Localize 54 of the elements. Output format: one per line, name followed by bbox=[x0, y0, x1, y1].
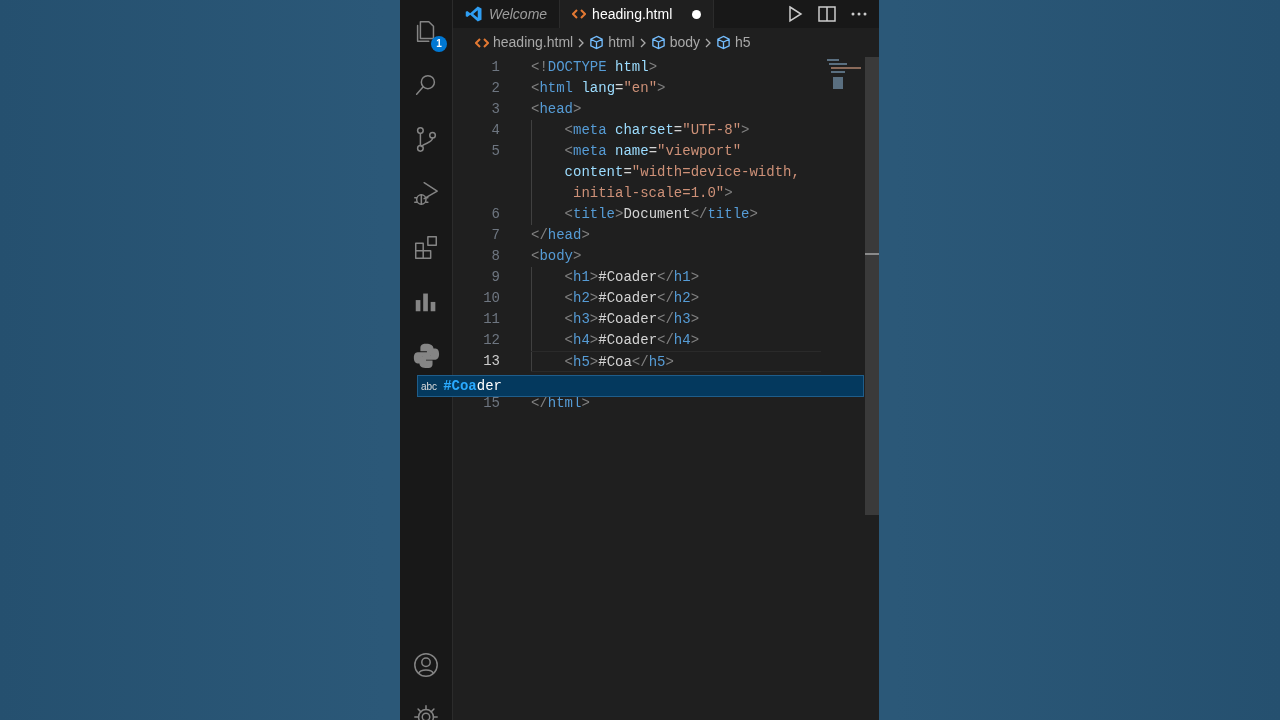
line-number: 5 bbox=[490, 142, 500, 161]
line-number: 6 bbox=[490, 205, 500, 224]
code-brackets-icon bbox=[475, 36, 489, 49]
code-line: </head> bbox=[531, 226, 590, 245]
line-number: 9 bbox=[490, 268, 500, 287]
extensions-icon[interactable] bbox=[412, 233, 440, 261]
chevron-icon bbox=[638, 36, 647, 49]
breadcrumb-item[interactable]: heading.html bbox=[475, 32, 574, 53]
line-number: 7 bbox=[490, 226, 500, 245]
code-line: <meta charset="UTF-8"> bbox=[531, 120, 750, 141]
chevron-icon bbox=[704, 36, 712, 49]
breadcrumb-item[interactable]: body bbox=[650, 32, 700, 53]
editor-tab[interactable]: heading.html bbox=[560, 0, 715, 28]
chevron-icon bbox=[577, 36, 586, 49]
line-number: 2 bbox=[490, 79, 500, 98]
code-line: <!DOCTYPE html> bbox=[531, 58, 658, 77]
split-editor-icon[interactable] bbox=[817, 4, 837, 24]
code-line: </html> bbox=[531, 394, 590, 413]
line-number: 13 bbox=[482, 352, 500, 371]
python-icon[interactable] bbox=[412, 341, 440, 369]
code-line: <h2>#Coader</h2> bbox=[531, 288, 700, 309]
text-type-icon: abc bbox=[421, 378, 438, 394]
cube-icon bbox=[650, 35, 666, 50]
cube-icon bbox=[589, 35, 605, 50]
code-brackets-icon bbox=[572, 8, 587, 20]
code-line: <head> bbox=[531, 100, 582, 119]
code-line: <html lang="en"> bbox=[531, 79, 666, 98]
cube-icon bbox=[716, 35, 731, 50]
line-number: 3 bbox=[490, 100, 500, 119]
code-line: <h3>#Coader</h3> bbox=[531, 309, 700, 330]
code-line: <title>Document</title> bbox=[531, 204, 758, 225]
unsaved-dot bbox=[692, 9, 702, 19]
code-line: <h1>#Coader</h1> bbox=[531, 267, 700, 288]
run-debug-icon[interactable] bbox=[412, 179, 440, 207]
line-number: 8 bbox=[490, 247, 500, 266]
notification-badge: 1 bbox=[431, 36, 447, 52]
breadcrumb-item[interactable]: html bbox=[589, 32, 635, 53]
line-number: 1 bbox=[490, 58, 500, 77]
suggestion-item[interactable]: abc #Coader bbox=[417, 375, 864, 397]
code-line: content="width=device-width, bbox=[531, 162, 800, 183]
code-line: <meta name="viewport" bbox=[531, 141, 742, 162]
code-line: <body> bbox=[531, 247, 582, 266]
code-line: initial-scale=1.0"> bbox=[531, 183, 733, 204]
scrollbar[interactable] bbox=[865, 57, 879, 515]
code-line: <h5>#Coa</h5> bbox=[531, 351, 821, 372]
line-number: 10 bbox=[482, 289, 500, 308]
code-editor-logo-icon bbox=[465, 5, 483, 23]
breadcrumb-item[interactable]: h5 bbox=[716, 32, 751, 53]
account-icon[interactable] bbox=[412, 651, 440, 679]
line-number: 15 bbox=[482, 394, 500, 413]
line-number: 11 bbox=[482, 310, 500, 329]
line-number: 4 bbox=[490, 121, 500, 140]
line-number: 12 bbox=[482, 331, 500, 350]
code-line: <h4>#Coader</h4> bbox=[531, 330, 700, 351]
